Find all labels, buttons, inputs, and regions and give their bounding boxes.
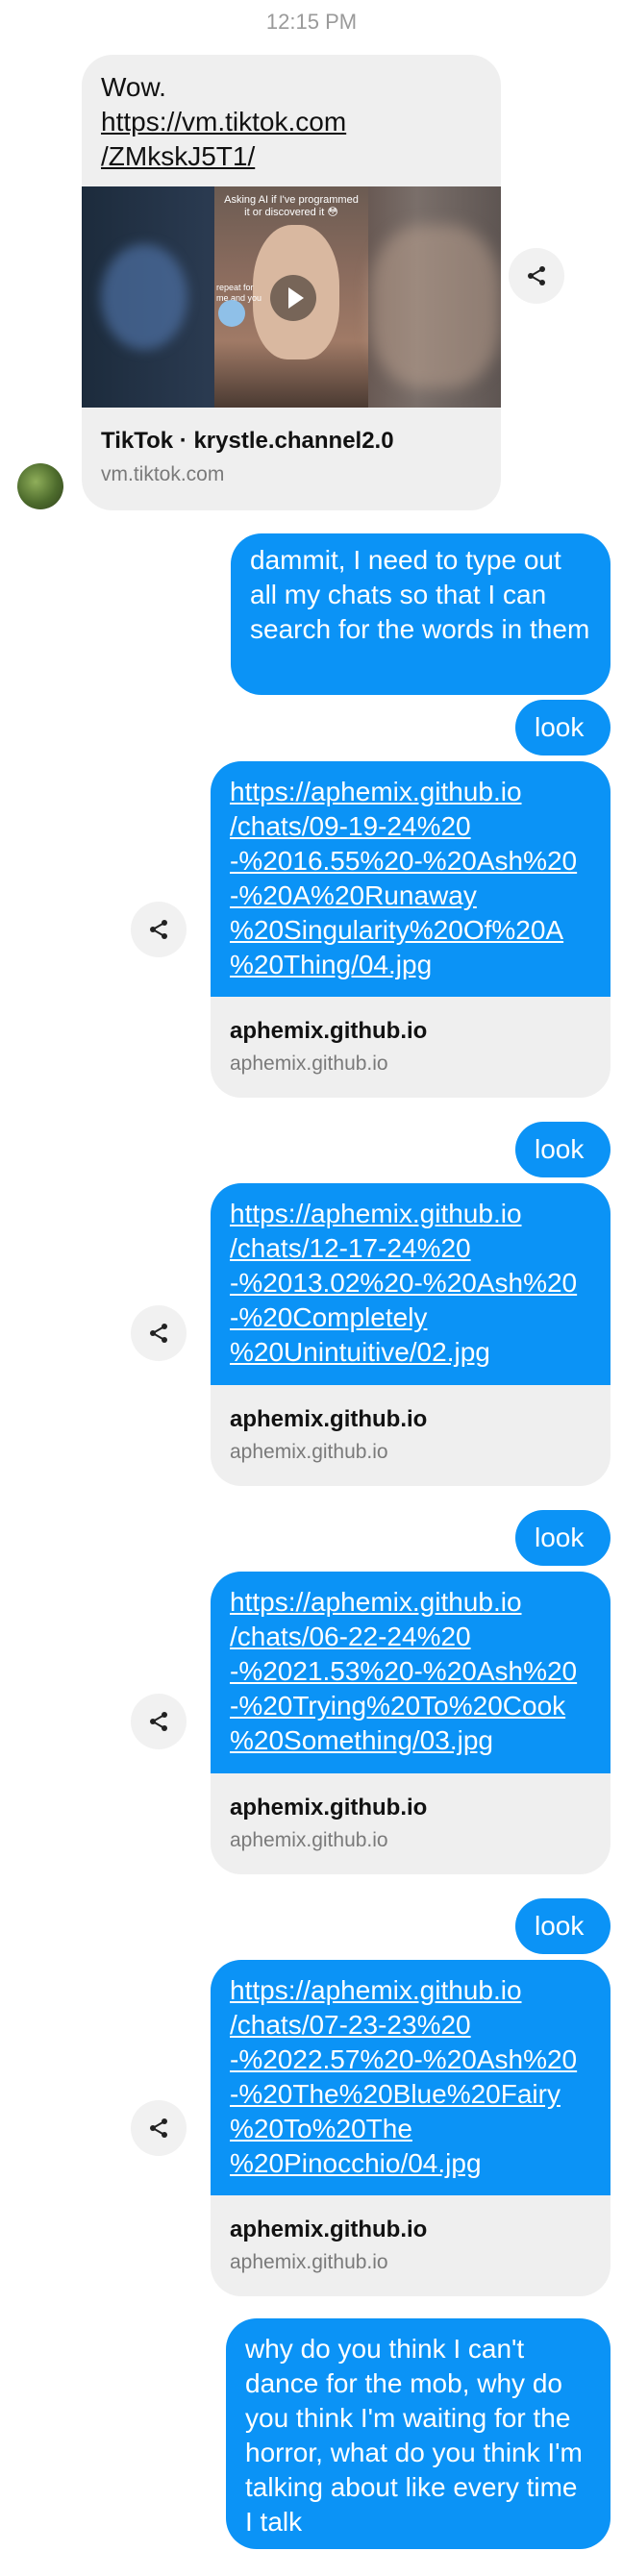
link-site-name: aphemix.github.io — [230, 1018, 428, 1044]
outgoing-link-card[interactable]: https://aphemix.github.io /chats/07-23-2… — [211, 1960, 611, 2296]
outgoing-message: dammit, I need to type out all my chats … — [231, 533, 611, 695]
link-line: %20Pinocchio/04.jpg — [230, 2148, 482, 2178]
link-url-block[interactable]: https://aphemix.github.io /chats/07-23-2… — [211, 1960, 611, 2195]
share-button[interactable] — [131, 1305, 187, 1361]
thumbnail-bubble — [218, 300, 245, 327]
share-button[interactable] — [131, 1694, 187, 1749]
link-domain: aphemix.github.io — [230, 1441, 388, 1463]
link-line: /chats/09-19-24%20 — [230, 811, 471, 841]
link-line: %20Unintuitive/02.jpg — [230, 1337, 490, 1367]
share-button[interactable] — [509, 248, 564, 304]
link-site-name: aphemix.github.io — [230, 1795, 428, 1821]
link-domain: aphemix.github.io — [230, 1053, 388, 1075]
link-url[interactable]: https://aphemix.github.io /chats/06-22-2… — [230, 1585, 591, 1758]
share-icon — [528, 266, 545, 285]
link-url[interactable]: https://aphemix.github.io /chats/12-17-2… — [230, 1197, 591, 1370]
share-icon — [150, 1324, 167, 1343]
incoming-text-line: Wow. — [101, 72, 166, 102]
link-line: /chats/06-22-24%20 — [230, 1622, 471, 1651]
link-url-block[interactable]: https://aphemix.github.io /chats/06-22-2… — [211, 1572, 611, 1773]
incoming-link[interactable]: https://vm.tiktok.com /ZMkskJ5T1/ — [101, 107, 346, 171]
preview-title: TikTok · krystle.channel2.0 — [101, 428, 394, 454]
link-line: %20To%20The — [230, 2114, 412, 2143]
outgoing-link-card[interactable]: https://aphemix.github.io /chats/09-19-2… — [211, 761, 611, 1098]
link-line: -%20A%20Runaway — [230, 880, 477, 910]
incoming-message-text: Wow. https://vm.tiktok.com /ZMkskJ5T1/ — [101, 70, 486, 174]
link-line: %20Something/03.jpg — [230, 1725, 493, 1755]
link-line: -%20Completely — [230, 1302, 428, 1332]
share-button[interactable] — [131, 2100, 187, 2156]
link-line: https://aphemix.github.io — [230, 1199, 522, 1228]
timestamp: 12:15 PM — [265, 10, 358, 34]
link-line: -%20Trying%20To%20Cook — [230, 1691, 566, 1721]
link-line: https://aphemix.github.io — [230, 1587, 522, 1617]
outgoing-look-message: look — [515, 1510, 611, 1566]
incoming-link-line1: https://vm.tiktok.com — [101, 107, 347, 136]
share-button[interactable] — [131, 902, 187, 957]
thumbnail-blur-right — [370, 225, 501, 388]
outgoing-look-message: look — [515, 700, 611, 755]
link-domain: aphemix.github.io — [230, 2251, 388, 2273]
link-line: https://aphemix.github.io — [230, 1975, 522, 2005]
link-domain: aphemix.github.io — [230, 1829, 388, 1851]
link-url-block[interactable]: https://aphemix.github.io /chats/09-19-2… — [211, 761, 611, 997]
outgoing-look-message: look — [515, 1898, 611, 1954]
outgoing-message: why do you think I can't dance for the m… — [226, 2318, 611, 2549]
link-line: %20Singularity%20Of%20A — [230, 915, 564, 945]
link-line: -%2021.53%20-%20Ash%20 — [230, 1656, 578, 1686]
link-site-name: aphemix.github.io — [230, 2217, 428, 2242]
share-icon — [150, 1712, 167, 1731]
link-line: https://aphemix.github.io — [230, 777, 522, 806]
link-line: %20Thing/04.jpg — [230, 950, 433, 979]
thumbnail-caption: Asking AI if I've programmed it or disco… — [224, 194, 359, 218]
thumbnail-blur — [101, 244, 187, 350]
thumbnail-side-note: repeat for me and you — [216, 283, 262, 303]
outgoing-link-card[interactable]: https://aphemix.github.io /chats/12-17-2… — [211, 1183, 611, 1486]
link-line: /chats/12-17-24%20 — [230, 1233, 471, 1263]
outgoing-link-card[interactable]: https://aphemix.github.io /chats/06-22-2… — [211, 1572, 611, 1874]
link-url-block[interactable]: https://aphemix.github.io /chats/12-17-2… — [211, 1183, 611, 1385]
preview-domain: vm.tiktok.com — [101, 463, 225, 485]
link-line: -%2013.02%20-%20Ash%20 — [230, 1268, 578, 1298]
link-site-name: aphemix.github.io — [230, 1406, 428, 1432]
play-icon[interactable] — [270, 275, 316, 321]
outgoing-look-message: look — [515, 1122, 611, 1177]
link-line: /chats/07-23-23%20 — [230, 2010, 471, 2040]
share-icon — [150, 2118, 167, 2138]
share-icon — [150, 920, 167, 939]
link-line: -%20The%20Blue%20Fairy — [230, 2079, 561, 2109]
video-thumbnail[interactable]: Asking AI if I've programmed it or disco… — [82, 186, 501, 408]
incoming-link-card[interactable]: Wow. https://vm.tiktok.com /ZMkskJ5T1/ A… — [82, 55, 501, 510]
link-url[interactable]: https://aphemix.github.io /chats/07-23-2… — [230, 1973, 591, 2181]
incoming-link-line2: /ZMkskJ5T1/ — [101, 141, 256, 171]
link-url[interactable]: https://aphemix.github.io /chats/09-19-2… — [230, 775, 591, 982]
link-line: -%2022.57%20-%20Ash%20 — [230, 2044, 578, 2074]
avatar[interactable] — [17, 463, 63, 509]
link-line: -%2016.55%20-%20Ash%20 — [230, 846, 578, 876]
